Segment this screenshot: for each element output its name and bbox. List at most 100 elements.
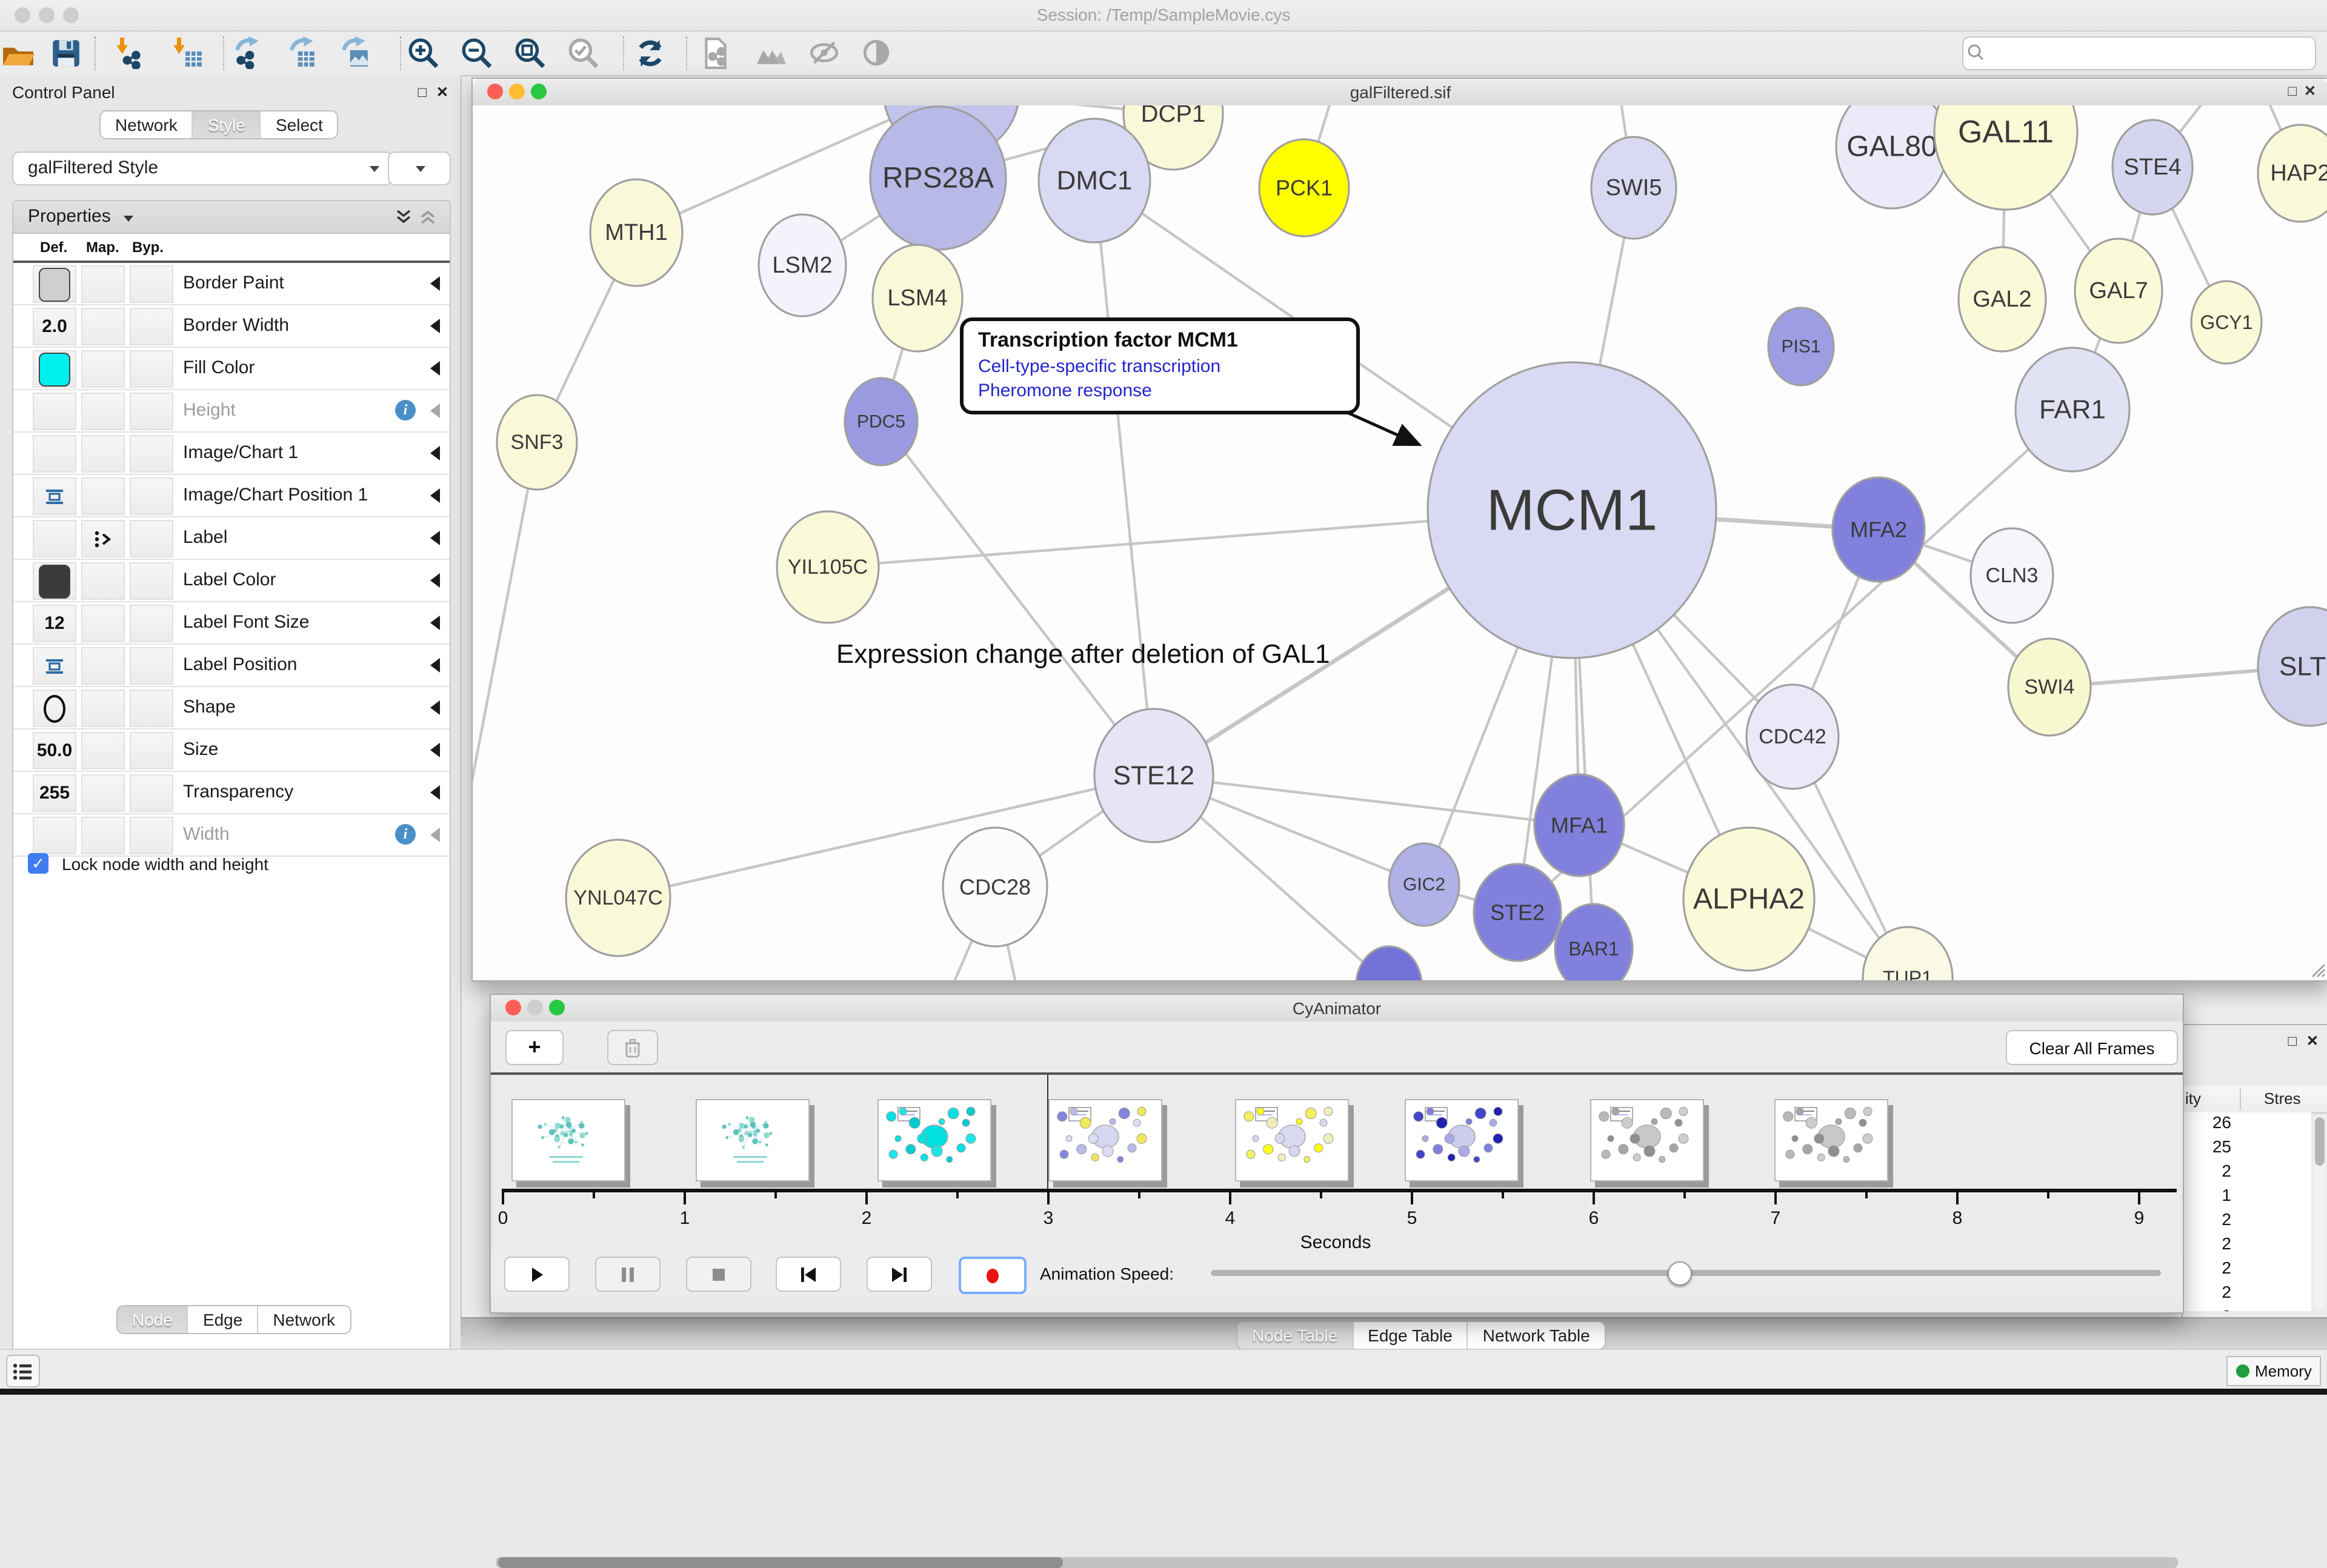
expand-row-icon[interactable]	[430, 446, 440, 460]
default-value-cell[interactable]	[33, 520, 76, 557]
info-icon[interactable]: i	[395, 824, 416, 845]
bypass-cell[interactable]	[130, 477, 173, 515]
network-node-pdc5[interactable]: PDC5	[845, 378, 917, 465]
export-image-icon[interactable]	[338, 36, 375, 70]
zoom-out-icon[interactable]	[459, 36, 496, 70]
network-node-cdc42[interactable]: CDC42	[1746, 685, 1839, 789]
default-value-cell[interactable]: 12	[33, 605, 76, 642]
expand-row-icon[interactable]	[430, 700, 440, 715]
mapping-cell[interactable]	[81, 774, 125, 812]
lock-checkbox[interactable]: ✓	[28, 853, 48, 874]
expand-row-icon[interactable]	[430, 319, 440, 333]
network-node-gal80[interactable]: GAL80	[1836, 105, 1948, 208]
zoom-in-icon[interactable]	[406, 36, 442, 70]
property-row-shape[interactable]: Shape	[13, 687, 450, 729]
import-network-icon[interactable]	[113, 36, 149, 70]
mapping-cell[interactable]	[81, 605, 125, 642]
mapping-cell[interactable]	[81, 477, 125, 515]
network-node-slt2[interactable]: SLT2	[2258, 607, 2327, 726]
expand-row-icon[interactable]	[430, 658, 440, 673]
record-button[interactable]	[959, 1257, 1027, 1294]
default-value-cell[interactable]	[33, 393, 76, 430]
network-node-far1[interactable]: FAR1	[2016, 348, 2129, 471]
find-icon[interactable]	[754, 36, 790, 70]
timeline-frame-3[interactable]	[1048, 1099, 1162, 1181]
property-row-border-paint[interactable]: Border Paint	[13, 263, 450, 305]
default-value-cell[interactable]	[33, 562, 76, 600]
network-node-cln3[interactable]: CLN3	[1971, 528, 2053, 623]
bypass-cell[interactable]	[130, 605, 173, 642]
float-panel-icon[interactable]: □	[418, 84, 427, 101]
expand-row-icon[interactable]	[430, 743, 440, 757]
network-node-swi4[interactable]: SWI4	[2008, 639, 2091, 736]
expand-all-icon[interactable]	[394, 207, 413, 227]
bypass-cell[interactable]	[130, 689, 173, 727]
tab-style[interactable]: Style	[193, 111, 261, 138]
property-row-image-chart-1[interactable]: Image/Chart 1	[13, 433, 450, 475]
network-node-mcm1[interactable]: MCM1	[1428, 362, 1716, 658]
bypass-cell[interactable]	[130, 393, 173, 430]
animation-speed-slider[interactable]	[1211, 1270, 2161, 1276]
mapping-cell[interactable]	[81, 308, 125, 345]
tab-network[interactable]: Network	[101, 111, 193, 138]
timeline-scrollbar[interactable]	[496, 1557, 2178, 1568]
close-panel-icon[interactable]: ✕	[436, 84, 448, 101]
network-node-mth1[interactable]: MTH1	[590, 179, 682, 286]
search-input[interactable]	[1990, 43, 2315, 64]
network-node-lsm4[interactable]: LSM4	[873, 245, 962, 351]
import-table-icon[interactable]	[170, 36, 206, 70]
cyanimator-titlebar[interactable]: CyAnimator	[491, 995, 2183, 1023]
bypass-cell[interactable]	[130, 732, 173, 769]
mapping-cell[interactable]	[81, 435, 125, 473]
network-window-titlebar[interactable]: galFiltered.sif □ ✕	[473, 79, 2327, 107]
network-node-swi5[interactable]: SWI5	[1591, 137, 1676, 239]
mapping-cell[interactable]	[81, 520, 125, 557]
zoom-selected-icon[interactable]	[566, 36, 602, 70]
annotation-link[interactable]: Pheromone response	[978, 380, 1342, 401]
network-node-gal11[interactable]: GAL11	[1934, 105, 2077, 210]
default-value-cell[interactable]	[33, 435, 76, 473]
float-panel-icon[interactable]: □	[2288, 1032, 2297, 1049]
network-node-mfa2[interactable]: MFA2	[1833, 477, 1925, 582]
network-node-ste12[interactable]: STE12	[1094, 709, 1213, 842]
network-node-ste2[interactable]: STE2	[1474, 864, 1561, 961]
memory-button[interactable]: Memory	[2226, 1356, 2321, 1386]
mapping-cell[interactable]	[81, 689, 125, 727]
default-value-cell[interactable]	[33, 689, 76, 727]
expand-row-icon[interactable]	[430, 785, 440, 800]
bypass-cell[interactable]	[130, 520, 173, 557]
annotation-box[interactable]: Transcription factor MCM1 Cell-type-spec…	[960, 317, 1360, 414]
network-node-ste4[interactable]: STE4	[2112, 120, 2192, 214]
style-tab-node[interactable]: Node	[118, 1306, 188, 1333]
property-row-label-position[interactable]: Label Position	[13, 645, 450, 687]
style-tab-edge[interactable]: Edge	[188, 1306, 258, 1333]
timeline-frame-7[interactable]	[1774, 1099, 1888, 1181]
zoom-fit-icon[interactable]	[513, 36, 549, 70]
network-node-ynl047c[interactable]: YNL047C	[566, 840, 670, 956]
refresh-icon[interactable]	[633, 36, 669, 70]
bypass-cell[interactable]	[130, 435, 173, 473]
clear-all-frames-button[interactable]: Clear All Frames	[2006, 1030, 2178, 1065]
tab-select[interactable]: Select	[261, 111, 338, 138]
contrast-icon[interactable]	[859, 36, 896, 70]
expand-row-icon[interactable]	[430, 531, 440, 545]
network-canvas[interactable]: RPS28BDCP1RPS28ADMC1PCK1SWI5GAL80GAL11ST…	[473, 105, 2327, 980]
export-table-icon[interactable]	[286, 36, 322, 70]
table-tab-network-table[interactable]: Network Table	[1468, 1322, 1605, 1349]
mapping-cell[interactable]	[81, 647, 125, 685]
table-tab-edge-table[interactable]: Edge Table	[1353, 1322, 1468, 1349]
network-node-yil105c[interactable]: YIL105C	[777, 511, 879, 623]
default-value-cell[interactable]: 2.0	[33, 308, 76, 345]
collapse-all-icon[interactable]	[418, 207, 438, 227]
bypass-cell[interactable]	[130, 774, 173, 812]
network-node-snf3[interactable]: SNF3	[497, 395, 577, 490]
expand-row-icon[interactable]	[430, 276, 440, 291]
property-row-label-font-size[interactable]: 12Label Font Size	[13, 602, 450, 645]
network-node-lsm2[interactable]: LSM2	[759, 214, 846, 316]
property-row-transparency[interactable]: 255Transparency	[13, 772, 450, 814]
slider-thumb[interactable]	[1668, 1261, 1692, 1286]
default-value-cell[interactable]	[33, 265, 76, 303]
property-row-label-color[interactable]: Label Color	[13, 560, 450, 602]
bypass-cell[interactable]	[130, 647, 173, 685]
bypass-cell[interactable]	[130, 265, 173, 303]
